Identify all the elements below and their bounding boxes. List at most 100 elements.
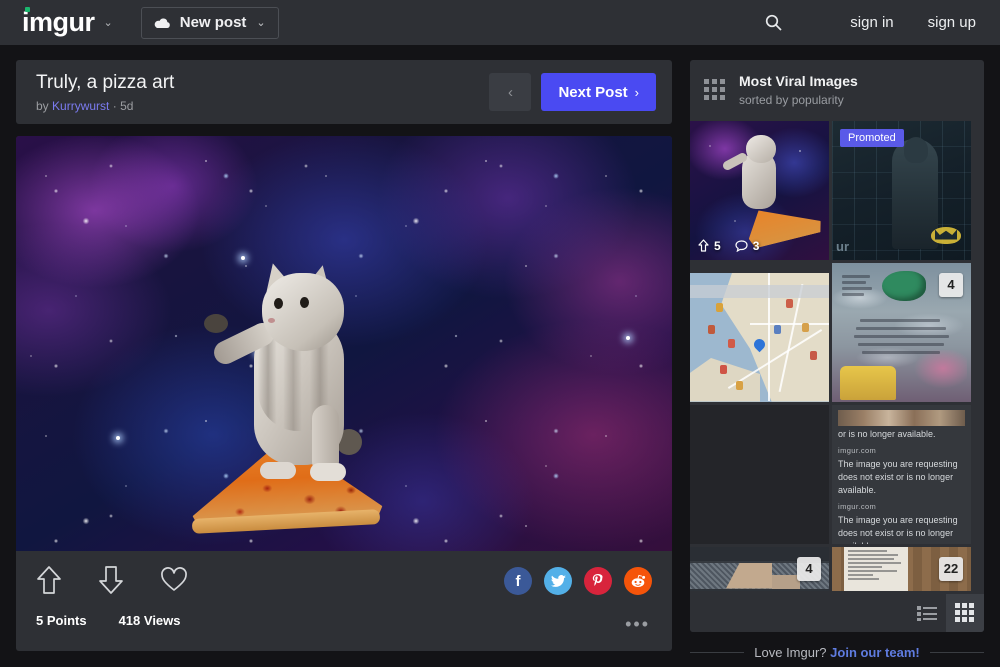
downvote-icon[interactable] <box>98 565 124 595</box>
thumbnail-promoted-batman[interactable]: Promoted ur <box>832 120 971 260</box>
post-header-text: Truly, a pizza art by Kurrywurst · 5d <box>36 71 174 113</box>
thumb-corner-text: ur <box>836 238 849 254</box>
thumbnail-stats: 5 3 <box>698 239 773 253</box>
construction-sand-2 <box>772 574 800 589</box>
sidebar-header: Most Viral Images sorted by popularity <box>690 60 984 121</box>
map-search-strip <box>690 284 829 298</box>
chevron-down-icon[interactable]: ⌄ <box>256 16 265 29</box>
views-count: 418 Views <box>118 613 181 628</box>
thumbnail-map[interactable] <box>690 262 829 402</box>
thumb-points-count: 5 <box>714 238 721 253</box>
thumb-map-bg <box>690 262 829 402</box>
top-navigation-bar: imgur ⌄ New post ⌄ sign in sign up <box>0 0 1000 45</box>
map-poi <box>720 364 727 374</box>
logo-green-dot <box>25 7 30 12</box>
author-link[interactable]: Kurrywurst <box>52 99 109 113</box>
sidebar: Most Viral Images sorted by popularity 5… <box>690 60 984 632</box>
page-title: Truly, a pizza art <box>36 72 175 94</box>
cat-nose <box>268 318 275 323</box>
card-creature <box>840 365 896 400</box>
post-nav-buttons: ‹ Next Post › <box>489 73 656 111</box>
cat-foot-left <box>260 462 296 479</box>
map-poi <box>716 302 723 312</box>
image-count-badge: 22 <box>939 556 963 581</box>
join-prefix: Love Imgur? <box>754 645 827 660</box>
divider-right <box>929 652 984 653</box>
thumb-points-group: 5 <box>698 239 721 253</box>
cat-paw <box>204 314 228 333</box>
thumb-comments-group: 3 <box>735 239 759 253</box>
logo-text: imgur <box>22 7 95 37</box>
post-stats: 5 Points 418 Views <box>36 613 652 628</box>
cloud-upload-icon <box>154 17 171 29</box>
error-strip <box>838 409 965 426</box>
sign-in-link[interactable]: sign in <box>850 14 893 31</box>
logo-home-link[interactable]: imgur ⌄ <box>22 7 113 37</box>
post-header: Truly, a pizza art by Kurrywurst · 5d ‹ … <box>16 60 672 124</box>
most-viral-panel: Most Viral Images sorted by popularity 5… <box>690 60 984 632</box>
thumbnail-construction[interactable]: 4 <box>690 546 829 591</box>
map-poi <box>786 298 793 308</box>
thumbnail-error-text[interactable]: or is no longer available. imgur.com The… <box>832 404 971 544</box>
imgur-logo[interactable]: imgur <box>22 7 95 37</box>
map-poi <box>728 338 735 348</box>
error-message-partial: or is no longer available. <box>838 428 936 439</box>
thumb-cat-head <box>746 134 776 163</box>
sidebar-subtitle: sorted by popularity <box>739 92 844 107</box>
map-poi <box>802 322 809 332</box>
error-message: The image you are requesting does not ex… <box>838 458 958 495</box>
nav-right-group: sign in sign up <box>765 14 976 31</box>
share-reddit-button[interactable] <box>624 567 652 595</box>
new-post-label: New post <box>179 14 247 31</box>
thumbnail-pokemon-card[interactable]: 4 <box>832 262 971 402</box>
chevron-down-icon[interactable]: ⌄ <box>104 16 113 29</box>
favorite-heart-icon[interactable] <box>160 567 188 593</box>
join-team-banner: Love Imgur? Join our team! <box>690 645 984 660</box>
map-poi <box>810 350 817 360</box>
share-pinterest-button[interactable] <box>584 567 612 595</box>
promoted-badge: Promoted <box>840 128 904 147</box>
more-options-button[interactable]: ••• <box>625 615 650 633</box>
bright-star <box>116 436 120 440</box>
placeholder-bg <box>690 404 829 544</box>
chevron-right-icon: › <box>634 84 639 100</box>
page-content: Truly, a pizza art by Kurrywurst · 5d ‹ … <box>0 45 1000 667</box>
cat-eye-left <box>274 298 283 309</box>
receipt-paper <box>844 546 908 591</box>
map-top-strip <box>690 262 829 273</box>
image-count-badge: 4 <box>797 556 821 581</box>
dragon-figure <box>882 270 926 301</box>
upvote-icon[interactable] <box>36 565 62 595</box>
image-count-badge: 4 <box>939 272 963 297</box>
cherry-tree <box>907 349 967 402</box>
grid-view-button[interactable] <box>946 593 984 632</box>
share-twitter-button[interactable] <box>544 567 572 595</box>
thumbnail-space-cat[interactable]: 5 3 <box>690 120 829 260</box>
error-message: The image you are requesting does not ex… <box>838 514 958 544</box>
post-card: f 5 Points 418 Views ••• <box>16 136 672 651</box>
new-post-button[interactable]: New post ⌄ <box>140 6 279 39</box>
list-view-button[interactable] <box>908 594 946 632</box>
error-domain: imgur.com <box>838 445 877 455</box>
next-post-button[interactable]: Next Post › <box>541 73 656 111</box>
map-poi <box>736 380 743 390</box>
map-poi <box>708 324 715 334</box>
post-image[interactable] <box>16 136 672 551</box>
cat-eye-right <box>300 297 309 308</box>
share-facebook-button[interactable]: f <box>504 567 532 595</box>
search-icon[interactable] <box>765 14 782 31</box>
sign-up-link[interactable]: sign up <box>928 14 976 31</box>
previous-post-button[interactable]: ‹ <box>489 73 532 111</box>
bright-star <box>241 256 245 260</box>
join-team-link[interactable]: Join our team! <box>830 645 920 660</box>
divider-left <box>690 652 745 653</box>
thumbnail-receipt[interactable]: 22 <box>832 546 971 591</box>
by-prefix: by <box>36 98 49 113</box>
thumbnail-dark-placeholder[interactable] <box>690 404 829 544</box>
post-action-bar: f 5 Points 418 Views ••• <box>16 551 672 651</box>
sidebar-header-text: Most Viral Images sorted by popularity <box>739 73 858 107</box>
join-team-text[interactable]: Love Imgur? Join our team! <box>744 645 929 660</box>
thumb-figure-head <box>904 136 928 163</box>
post-column: Truly, a pizza art by Kurrywurst · 5d ‹ … <box>16 60 672 651</box>
error-text-body: or is no longer available. imgur.com The… <box>832 404 971 544</box>
